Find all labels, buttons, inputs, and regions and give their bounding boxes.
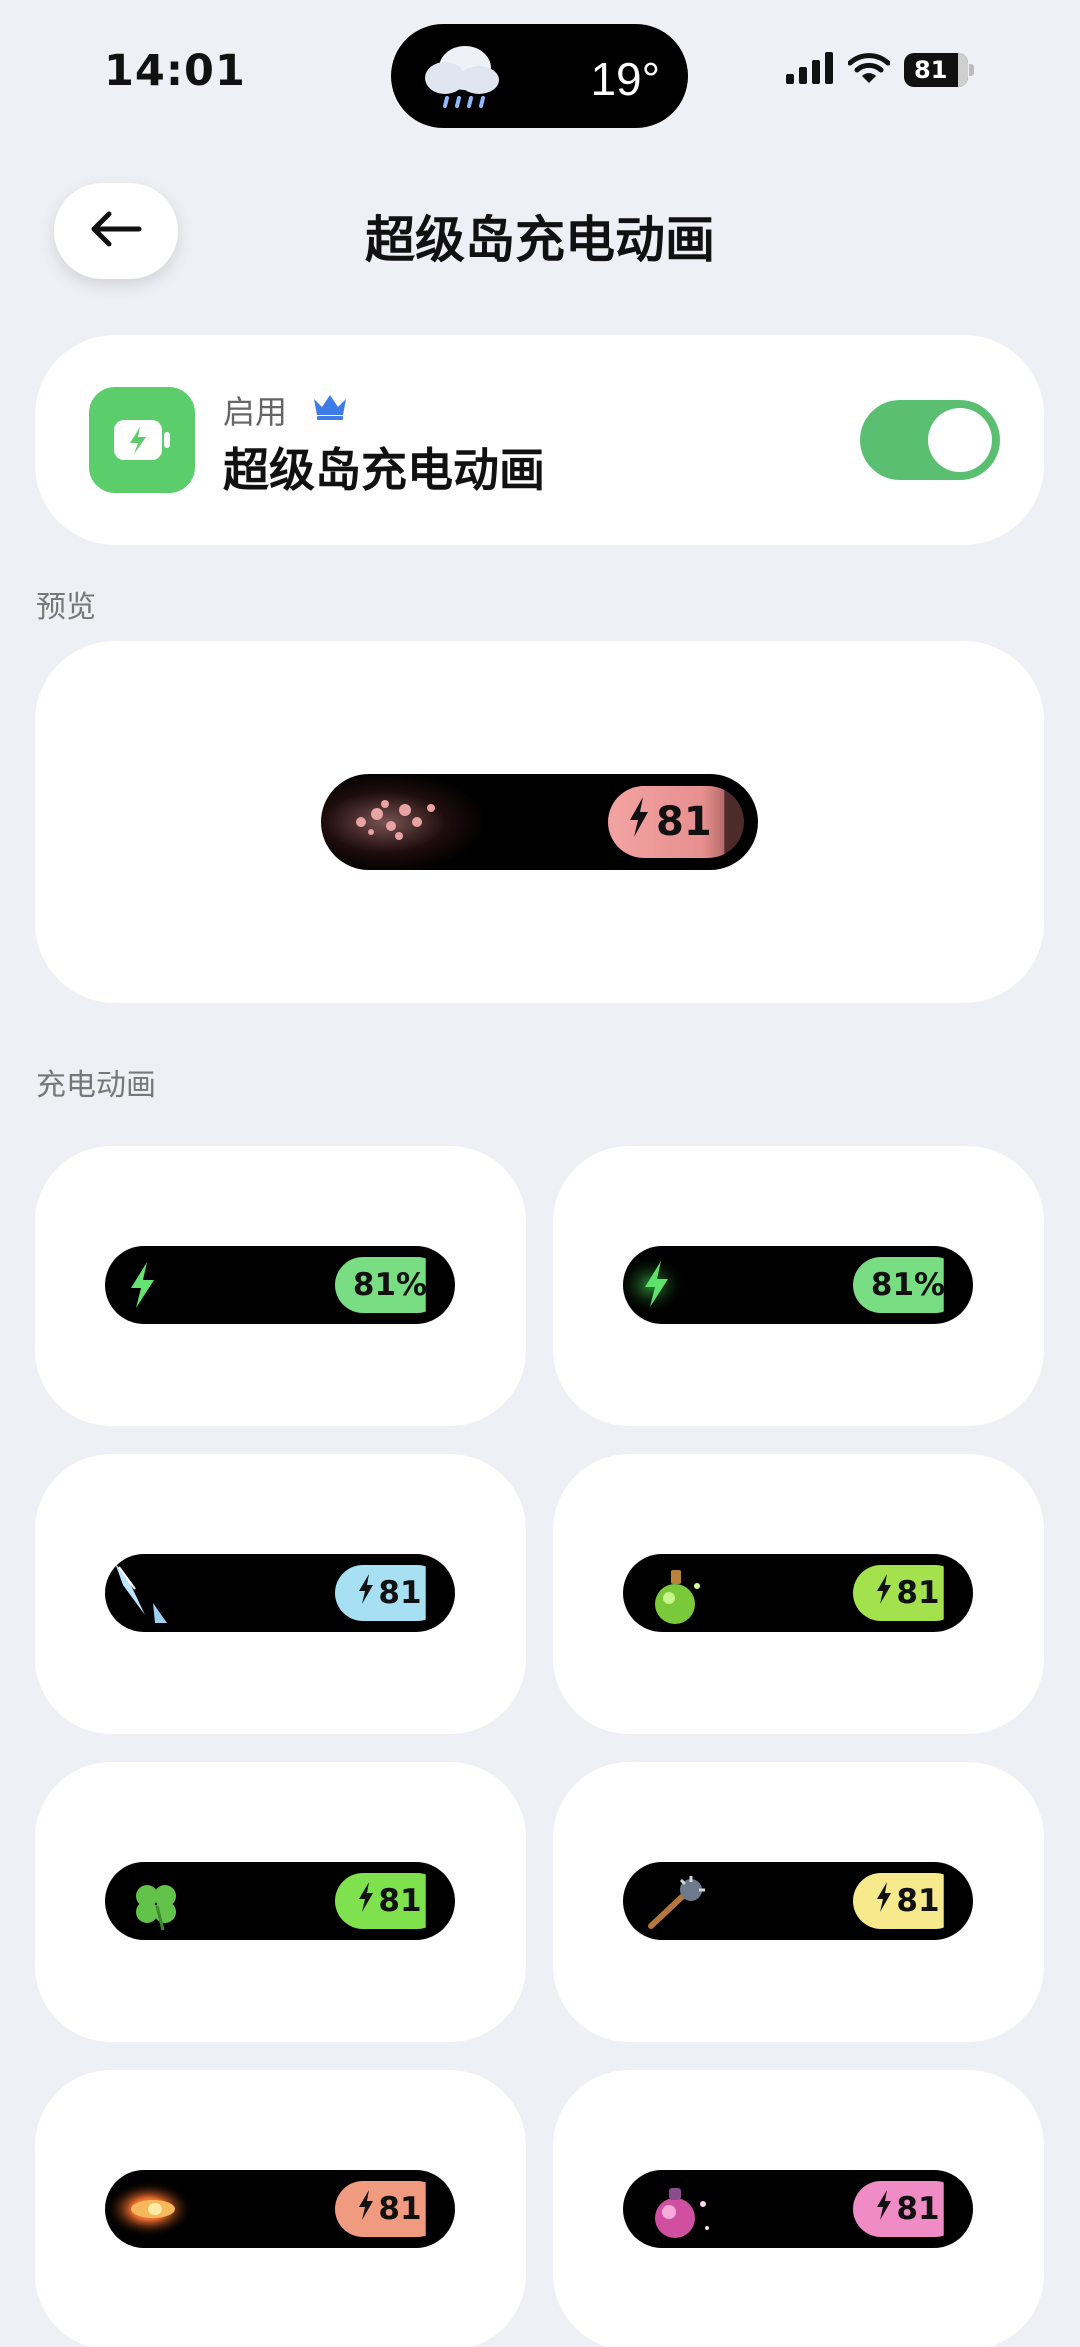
toggle-knob (928, 408, 992, 472)
island-preview: 81 (623, 1554, 973, 1632)
animations-section-label: 充电动画 (36, 1068, 156, 1103)
battery-badge-value: 81% (870, 1267, 946, 1303)
battery-badge-value: 81 (896, 1575, 940, 1611)
preview-battery-badge: 81 (608, 786, 744, 858)
signal-icon (786, 52, 834, 88)
status-bar: 14:01 19° 81 (0, 0, 1080, 140)
bolt-icon (876, 1882, 892, 1920)
green-potion-icon (645, 1568, 705, 1632)
island-preview: 81 (105, 1862, 455, 1940)
enable-card: 启用 超级岛充电动画 (35, 335, 1044, 545)
battery-badge: 81% (853, 1257, 963, 1313)
island-preview: 81 (623, 1862, 973, 1940)
enable-title: 超级岛充电动画 (223, 443, 545, 497)
bolt-icon (358, 1882, 374, 1920)
dynamic-island[interactable]: 19° (391, 24, 688, 128)
battery-badge-value: 81 (378, 1883, 422, 1919)
green-glow-bolt-icon (623, 1255, 693, 1319)
animation-option-card[interactable]: 81 (35, 1454, 526, 1734)
crown-icon (311, 391, 349, 425)
preview-island: 81 (321, 774, 758, 870)
fire-eye-icon (105, 2179, 195, 2243)
battery-badge-value: 81% (352, 1267, 428, 1303)
animation-option-card[interactable]: 81 (35, 2070, 526, 2347)
four-leaf-clover-icon (127, 1876, 187, 1936)
battery-badge: 81 (335, 1565, 445, 1621)
island-preview: 81 (105, 1554, 455, 1632)
battery-badge: 81 (853, 1565, 963, 1621)
weather-temperature: 19° (590, 53, 660, 105)
wifi-icon (847, 52, 891, 88)
cloud-rain-icon (421, 40, 505, 116)
animation-option-card[interactable]: 81 (553, 1762, 1044, 2042)
pink-potion-icon (645, 2184, 715, 2248)
battery-badge-value: 81 (896, 2191, 940, 2227)
island-preview: 81 (105, 2170, 455, 2248)
animation-option-card[interactable]: 81 (553, 2070, 1044, 2347)
bolt-icon (876, 1574, 892, 1612)
battery-badge-value: 81 (896, 1883, 940, 1919)
battery-charging-icon (89, 387, 195, 493)
island-preview: 81 (623, 2170, 973, 2248)
status-time: 14:01 (104, 46, 246, 96)
preview-battery-value: 81 (656, 799, 712, 845)
page-title: 超级岛充电动画 (365, 211, 715, 269)
bolt-icon (876, 2190, 892, 2228)
animation-option-card[interactable]: 81% (35, 1146, 526, 1426)
battery-badge: 81 (335, 1873, 445, 1929)
battery-badge: 81 (853, 1873, 963, 1929)
green-bolt-icon (127, 1260, 157, 1314)
battery-badge: 81 (853, 2181, 963, 2237)
battery-badge-value: 81 (378, 2191, 422, 2227)
animation-option-card[interactable]: 81 (553, 1454, 1044, 1734)
enable-label: 启用 (223, 393, 288, 431)
preview-card: 81 (35, 641, 1044, 1003)
battery-badge-value: 81 (378, 1575, 422, 1611)
petals-effect (321, 774, 481, 870)
spiked-mace-icon (645, 1876, 715, 1936)
animation-option-card[interactable]: 81% (553, 1146, 1044, 1426)
bolt-icon (358, 1574, 374, 1612)
bolt-icon (628, 797, 650, 847)
island-preview: 81% (623, 1246, 973, 1324)
preview-section-label: 预览 (36, 590, 96, 625)
battery-badge: 81 (335, 2181, 445, 2237)
battery-badge: 81% (335, 1257, 445, 1313)
status-icons: 81 (786, 52, 974, 88)
battery-level: 81 (914, 56, 948, 84)
island-preview: 81% (105, 1246, 455, 1324)
battery-icon: 81 (904, 53, 974, 87)
ice-crystal-icon (105, 1563, 175, 1627)
animation-option-card[interactable]: 81 (35, 1762, 526, 2042)
enable-toggle[interactable] (860, 400, 1000, 480)
bolt-icon (358, 2190, 374, 2228)
